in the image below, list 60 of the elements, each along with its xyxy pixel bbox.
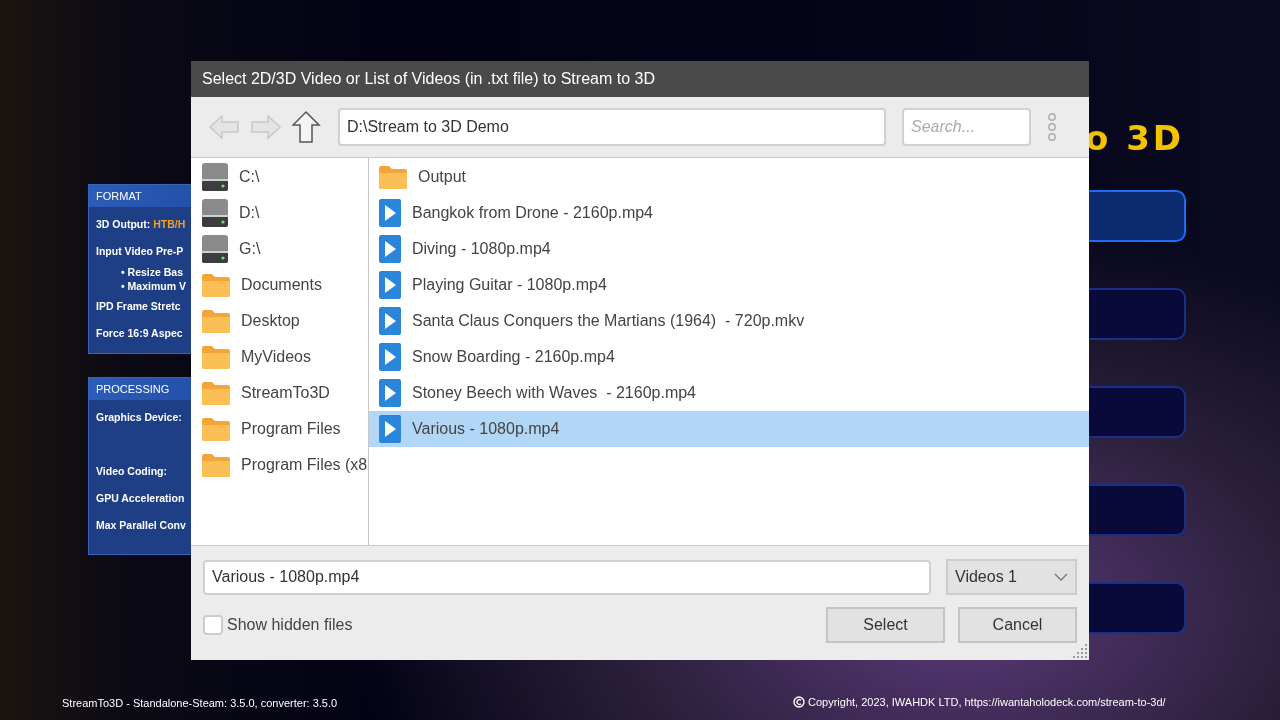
folder-icon (378, 163, 408, 191)
video-file-icon (378, 378, 402, 408)
setting-label: Video Coding: (95, 464, 168, 479)
file-item[interactable]: Diving - 1080p.mp4 (369, 231, 1089, 267)
copyright-icon (793, 696, 805, 708)
drive-icon (201, 198, 229, 228)
file-type-dropdown[interactable]: Videos 1 (946, 559, 1077, 595)
left-arrow-icon (208, 113, 240, 141)
setting-label: Input Video Pre-P (95, 244, 185, 259)
drive-icon (201, 162, 229, 192)
path-field[interactable]: D:\Stream to 3D Demo (338, 108, 886, 146)
sidebar-item[interactable]: Program Files (x8 (191, 447, 368, 483)
more-icon (1047, 113, 1057, 141)
sidebar-item[interactable]: Documents (191, 267, 368, 303)
file-item[interactable]: Snow Boarding - 2160p.mp4 (369, 339, 1089, 375)
video-file-icon (378, 270, 402, 300)
up-arrow-icon (292, 110, 321, 144)
chevron-down-icon (1054, 573, 1068, 581)
folder-icon (201, 343, 231, 371)
video-file-icon (378, 342, 402, 372)
copyright-text: Copyright, 2023, IWAHDK LTD, https://iwantaholodeck.com/stream-to-3d/ (808, 696, 1166, 708)
checkbox-label: Show hidden files (227, 616, 353, 634)
dialog-title: Select 2D/3D Video or List of Videos (in .txt file) to Stream to 3D (191, 61, 1089, 97)
video-file-icon (378, 234, 402, 264)
file-item[interactable]: Bangkok from Drone - 2160p.mp4 (369, 195, 1089, 231)
version-text: StreamTo3D - Standalone-Steam: 3.5.0, converter: 3.5.0 (62, 697, 338, 709)
setting-label: Max Parallel Conv (95, 518, 187, 533)
setting-label: GPU Acceleration (95, 491, 186, 506)
file-item[interactable]: Santa Claus Conquers the Martians (1964) - 720p.mkv (369, 303, 1089, 339)
setting-label: • Maximum V (120, 279, 187, 293)
dialog-button[interactable]: Select (826, 607, 945, 643)
file-item[interactable]: Stoney Beech with Waves - 2160p.mp4 (369, 375, 1089, 411)
checkbox[interactable] (203, 615, 223, 635)
sidebar-item[interactable]: MyVideos (191, 339, 368, 375)
file-item[interactable]: Output (369, 159, 1089, 195)
file-item[interactable]: Various - 1080p.mp4 (369, 411, 1089, 447)
search-field[interactable]: Search... (902, 108, 1031, 146)
dialog-button[interactable]: Cancel (958, 607, 1077, 643)
drive-icon (201, 234, 229, 264)
video-file-icon (378, 414, 402, 444)
setting-label: 3D Output: HTB/H (95, 217, 187, 232)
video-file-icon (378, 306, 402, 336)
folder-icon (201, 271, 231, 299)
folder-icon (201, 415, 231, 443)
file-item[interactable]: Playing Guitar - 1080p.mp4 (369, 267, 1089, 303)
setting-label: IPD Frame Stretc (95, 299, 182, 314)
filename-field[interactable]: Various - 1080p.mp4 (203, 559, 931, 595)
setting-label: Force 16:9 Aspec (95, 326, 184, 341)
video-file-icon (378, 198, 402, 228)
setting-label: • Resize Bas (120, 265, 185, 279)
folder-icon (201, 379, 231, 407)
setting-label: Graphics Device: (95, 410, 183, 425)
folder-icon (201, 451, 231, 479)
up-button[interactable] (289, 110, 324, 144)
sidebar-item[interactable]: G:\ (191, 231, 368, 267)
resize-grip-icon (1073, 644, 1087, 658)
sidebar-item[interactable]: Desktop (191, 303, 368, 339)
sidebar-item[interactable]: Program Files (191, 411, 368, 447)
folder-icon (201, 307, 231, 335)
right-arrow-icon (250, 113, 282, 141)
